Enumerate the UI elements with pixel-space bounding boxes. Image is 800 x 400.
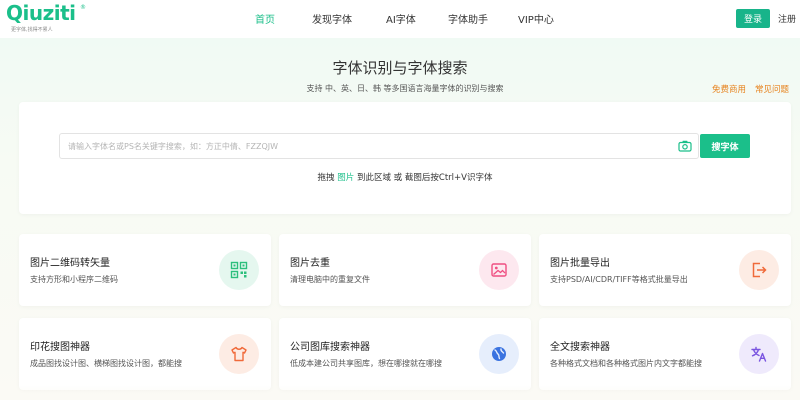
tool-desc: 清理电脑中的重复文件 [290, 275, 370, 284]
tool-card-company-gallery[interactable]: 公司图库搜索神器 低成本建公司共享图库，想在哪搜就在哪搜 [279, 318, 531, 390]
tool-card-qrcode-vector[interactable]: 图片二维码转矢量 支持方形和小程序二维码 [19, 234, 271, 306]
tool-desc: 支持PSD/AI/CDR/TIFF等格式批量导出 [550, 275, 688, 284]
shirt-icon [219, 334, 259, 374]
page-subtitle: 支持 中、英、日、韩 等多国语言海量字体的识别与搜索 [306, 84, 504, 93]
nav-ai-fonts[interactable]: AI字体 [386, 11, 416, 26]
logo-slogan: 更字体,找得不累人 [11, 27, 53, 33]
tool-desc: 支持方形和小程序二维码 [30, 275, 118, 284]
export-icon [739, 250, 779, 290]
nav-home[interactable]: 首页 [255, 11, 275, 26]
tool-title: 图片去重 [290, 258, 330, 269]
logo-registered-mark: ® [80, 4, 86, 11]
search-font-button[interactable]: 搜字体 [700, 134, 750, 158]
globe-icon [479, 334, 519, 374]
drag-hint-prefix: 拖拽 [317, 173, 335, 183]
page-title: 字体识别与字体搜索 [332, 59, 468, 77]
search-placeholder: 请输入字体名或PS名关键字搜索，如：方正中倩、FZZQJW [68, 142, 279, 151]
camera-icon[interactable] [678, 140, 692, 152]
logo-text: Qiuziti [6, 1, 76, 25]
top-header: Qiuziti ® 更字体,找得不累人 首页 发现字体 AI字体 字体助手 VI… [0, 0, 800, 38]
translate-icon [739, 334, 779, 374]
tool-desc: 低成本建公司共享图库，想在哪搜就在哪搜 [290, 359, 442, 368]
search-panel: 请输入字体名或PS名关键字搜索，如：方正中倩、FZZQJW 搜字体 拖拽 图片 … [19, 102, 791, 214]
tool-card-batch-export[interactable]: 图片批量导出 支持PSD/AI/CDR/TIFF等格式批量导出 [539, 234, 791, 306]
tool-desc: 成品图找设计图、横梯图找设计图，都能搜 [30, 359, 182, 368]
image-icon [479, 250, 519, 290]
tool-title: 图片二维码转矢量 [30, 258, 110, 269]
tool-title: 图片批量导出 [550, 258, 610, 269]
drag-drop-hint: 拖拽 图片 到此区域 或 截图后按Ctrl+V识字体 [19, 171, 791, 183]
nav-discover-fonts[interactable]: 发现字体 [312, 11, 352, 26]
nav-vip-center[interactable]: VIP中心 [518, 11, 554, 26]
tool-desc: 各种格式文档和各种格式图片内文字都能搜 [550, 359, 702, 368]
drag-hint-suffix: 到此区域 或 截图后按Ctrl+V识字体 [356, 173, 493, 183]
register-link[interactable]: 注册 [778, 12, 796, 25]
site-logo[interactable]: Qiuziti ® 更字体,找得不累人 [6, 1, 96, 36]
nav-font-assistant[interactable]: 字体助手 [448, 11, 488, 26]
search-input[interactable]: 请输入字体名或PS名关键字搜索，如：方正中倩、FZZQJW [59, 133, 699, 159]
bottom-fade [0, 385, 800, 400]
free-commercial-link[interactable]: 免费商用 [712, 83, 746, 95]
drag-hint-image-link[interactable]: 图片 [337, 173, 354, 183]
tool-title: 印花搜图神器 [30, 342, 90, 353]
tool-title: 公司图库搜索神器 [290, 342, 370, 353]
tool-card-print-search[interactable]: 印花搜图神器 成品图找设计图、横梯图找设计图，都能搜 [19, 318, 271, 390]
tool-card-image-dedupe[interactable]: 图片去重 清理电脑中的重复文件 [279, 234, 531, 306]
tool-card-fulltext-search[interactable]: 全文搜索神器 各种格式文档和各种格式图片内文字都能搜 [539, 318, 791, 390]
tool-title: 全文搜索神器 [550, 342, 610, 353]
faq-link[interactable]: 常见问题 [755, 83, 789, 95]
qrcode-icon [219, 250, 259, 290]
login-button[interactable]: 登录 [736, 9, 770, 28]
